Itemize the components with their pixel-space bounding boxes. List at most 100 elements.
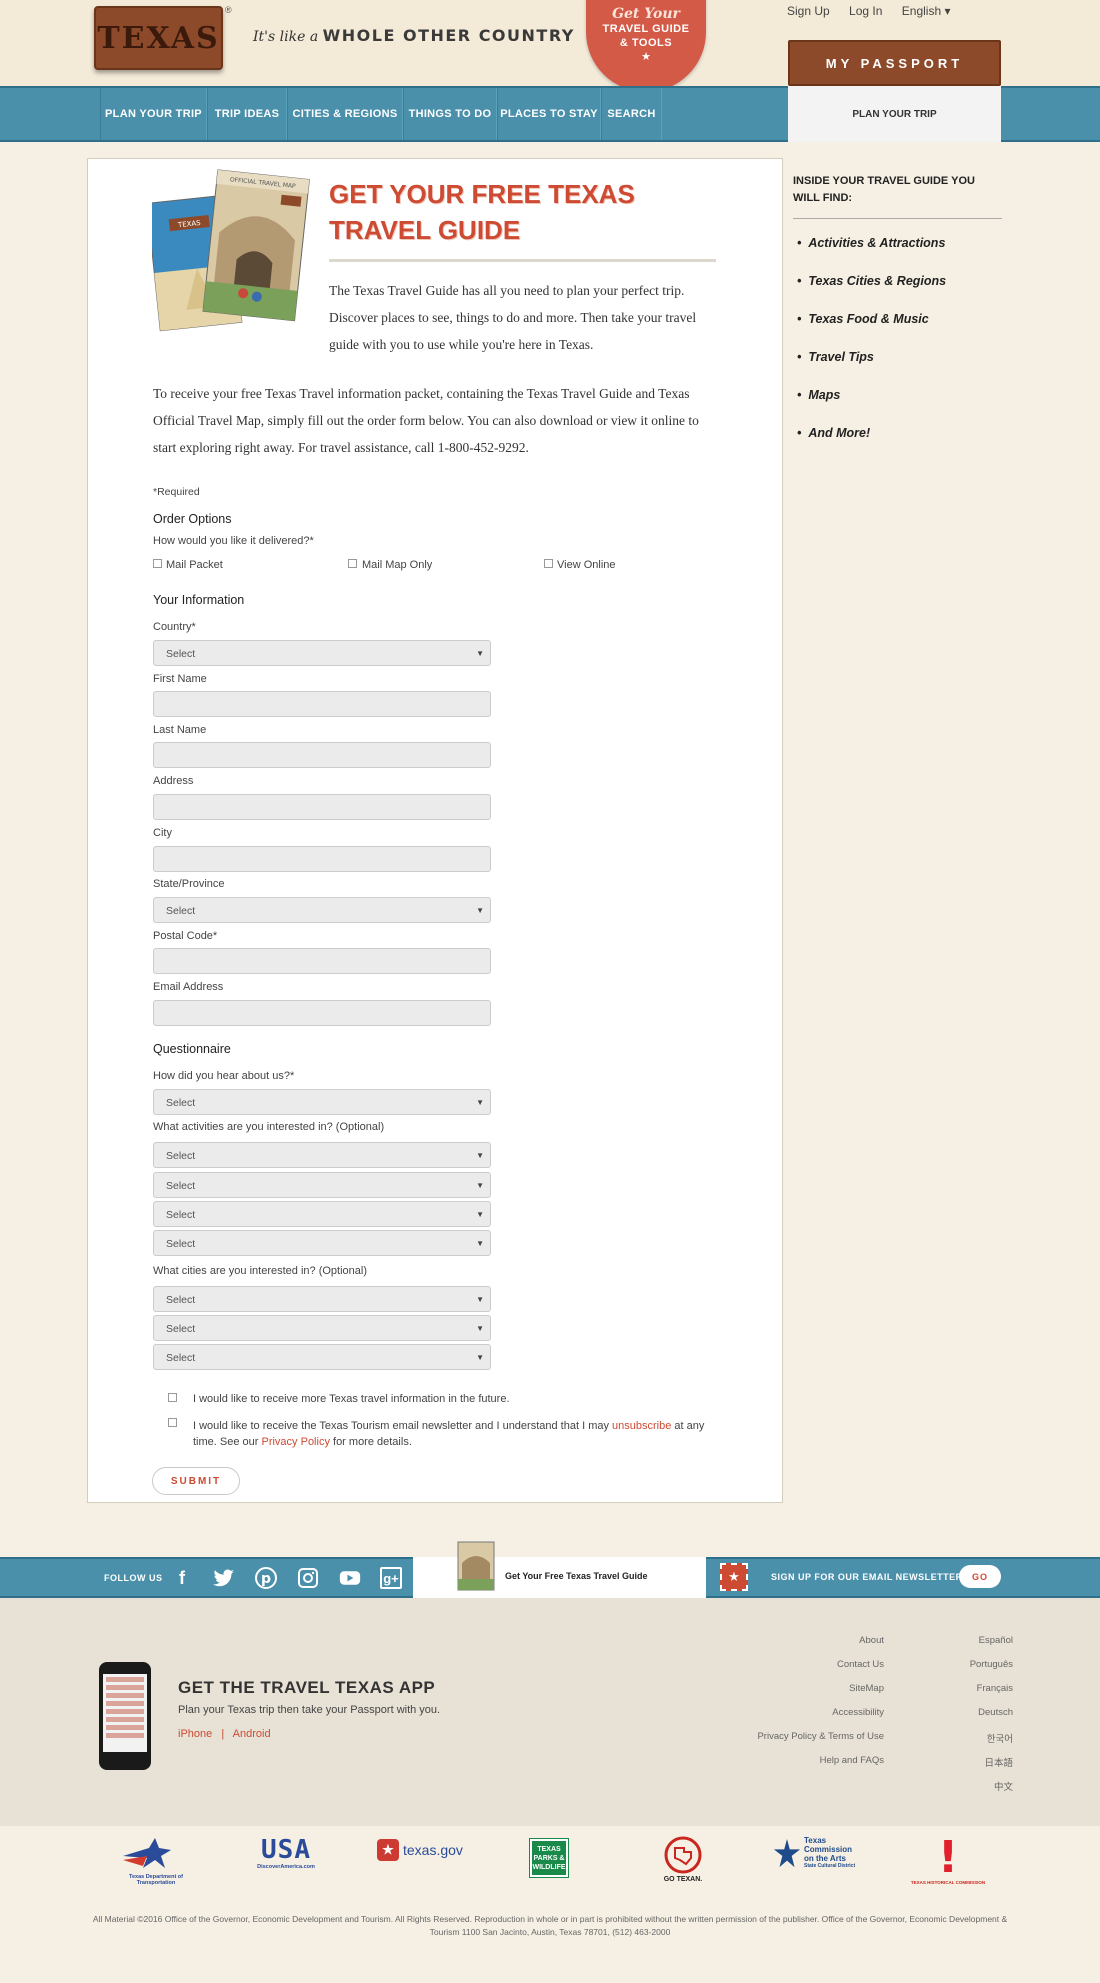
youtube-icon[interactable] bbox=[339, 1567, 361, 1589]
mail-packet-checkbox[interactable] bbox=[153, 559, 162, 568]
discover-america-logo[interactable]: USA DiscoverAmerica.com bbox=[251, 1836, 321, 1870]
postal-code-input[interactable] bbox=[153, 948, 491, 974]
footer-link-help[interactable]: Help and FAQs bbox=[700, 1755, 884, 1766]
chevron-down-icon: ▼ bbox=[476, 1353, 484, 1362]
city-select-1[interactable]: Select ▼ bbox=[153, 1286, 491, 1312]
texas-arts-logo[interactable]: Texas Commission on the Arts State Cultu… bbox=[772, 1836, 860, 1872]
activity-select-2[interactable]: Select ▼ bbox=[153, 1172, 491, 1198]
phone-screen bbox=[103, 1674, 147, 1752]
plan-your-trip-tab[interactable]: PLAN YOUR TRIP bbox=[788, 86, 1001, 142]
hear-about-select[interactable]: Select ▼ bbox=[153, 1089, 491, 1115]
sidebar-item-label: And More! bbox=[808, 426, 871, 440]
google-plus-icon[interactable]: g+ bbox=[380, 1567, 402, 1589]
chevron-down-icon: ▼ bbox=[476, 1098, 484, 1107]
address-label: Address bbox=[153, 775, 194, 787]
sidebar-item-label: Texas Cities & Regions bbox=[808, 274, 947, 288]
nav-places-to-stay[interactable]: PLACES TO STAY bbox=[497, 88, 601, 140]
facebook-icon[interactable]: f bbox=[171, 1567, 193, 1589]
sidebar-item: • Texas Food & Music bbox=[797, 312, 929, 326]
texas-stamp-icon: ★ bbox=[720, 1563, 748, 1591]
nav-search[interactable]: SEARCH bbox=[601, 88, 662, 140]
travel-guide-badge[interactable]: Get Your TRAVEL GUIDE & TOOLS ★ bbox=[586, 0, 706, 92]
lang-japanese[interactable]: 日本語 bbox=[900, 1755, 1013, 1769]
view-online-label: View Online bbox=[557, 559, 616, 571]
select-value: Select bbox=[166, 1150, 196, 1162]
android-link[interactable]: Android bbox=[233, 1728, 271, 1740]
lang-portugues[interactable]: Português bbox=[900, 1659, 1013, 1670]
newsletter-go-button[interactable]: GO bbox=[959, 1565, 1001, 1588]
required-note: *Required bbox=[153, 486, 200, 498]
sidebar-item: • Texas Cities & Regions bbox=[797, 274, 947, 288]
lang-deutsch[interactable]: Deutsch bbox=[900, 1707, 1013, 1718]
tagline-small: It's like a bbox=[253, 29, 319, 45]
email-input[interactable] bbox=[153, 1000, 491, 1026]
last-name-input[interactable] bbox=[153, 742, 491, 768]
address-input[interactable] bbox=[153, 794, 491, 820]
hear-about-label: How did you hear about us?* bbox=[153, 1070, 295, 1082]
unsubscribe-link[interactable]: unsubscribe bbox=[612, 1420, 671, 1432]
activity-select-1[interactable]: Select ▼ bbox=[153, 1142, 491, 1168]
country-select[interactable]: Select ▼ bbox=[153, 640, 491, 666]
submit-button[interactable]: SUBMIT bbox=[152, 1467, 240, 1495]
twitter-icon[interactable] bbox=[213, 1567, 235, 1589]
mail-map-checkbox[interactable] bbox=[348, 559, 357, 568]
txdot-logo[interactable]: Texas Department of Transportation bbox=[121, 1836, 191, 1886]
delivery-question: How would you like it delivered?* bbox=[153, 535, 314, 547]
texas-arts-text: Texas Commission on the Arts bbox=[804, 1836, 853, 1863]
nav-trip-ideas[interactable]: TRIP IDEAS bbox=[207, 88, 287, 140]
go-texan-logo[interactable]: GO TEXAN. bbox=[660, 1836, 706, 1883]
badge-line-3: & TOOLS bbox=[619, 37, 673, 49]
first-name-input[interactable] bbox=[153, 691, 491, 717]
exclamation-icon: ! bbox=[937, 1832, 959, 1883]
footer-link-contact[interactable]: Contact Us bbox=[700, 1659, 884, 1670]
sidebar-divider bbox=[793, 218, 1002, 219]
my-passport-button[interactable]: MY PASSPORT bbox=[788, 40, 1001, 86]
registered-mark: ® bbox=[225, 5, 232, 15]
city-input[interactable] bbox=[153, 846, 491, 872]
optin-newsletter-checkbox[interactable] bbox=[168, 1418, 177, 1427]
city-select-3[interactable]: Select ▼ bbox=[153, 1344, 491, 1370]
optin-info-label: I would like to receive more Texas trave… bbox=[193, 1393, 510, 1405]
signup-link[interactable]: Sign Up bbox=[787, 4, 830, 18]
texas-arts-sub: State Cultural District bbox=[804, 1863, 856, 1869]
pinterest-icon[interactable]: p bbox=[255, 1567, 277, 1589]
usa-text: USA bbox=[261, 1835, 311, 1865]
lang-espanol[interactable]: Español bbox=[900, 1635, 1013, 1646]
footer-link-accessibility[interactable]: Accessibility bbox=[700, 1707, 884, 1718]
tpwd-logo[interactable]: TEXAS PARKS & WILDLIFE bbox=[529, 1838, 569, 1878]
nav-plan-your-trip[interactable]: PLAN YOUR TRIP bbox=[100, 88, 207, 140]
login-link[interactable]: Log In bbox=[849, 4, 882, 18]
sidebar-item-label: Maps bbox=[808, 388, 841, 402]
travel-guide-image: TEXAS OFFICIAL TRAVEL MAP bbox=[152, 169, 310, 332]
sidebar-item: • Travel Tips bbox=[797, 350, 874, 364]
select-value: Select bbox=[166, 1180, 196, 1192]
footer-link-about[interactable]: About bbox=[700, 1635, 884, 1646]
iphone-link[interactable]: iPhone bbox=[178, 1728, 212, 1740]
lang-chinese[interactable]: 中文 bbox=[900, 1779, 1013, 1793]
lang-korean[interactable]: 한국어 bbox=[900, 1731, 1013, 1745]
lang-francais[interactable]: Français bbox=[900, 1683, 1013, 1694]
footer-link-sitemap[interactable]: SiteMap bbox=[700, 1683, 884, 1694]
first-name-label: First Name bbox=[153, 673, 207, 685]
mail-packet-label: Mail Packet bbox=[166, 559, 223, 571]
nav-things-to-do[interactable]: THINGS TO DO bbox=[403, 88, 497, 140]
optin-info-checkbox[interactable] bbox=[168, 1393, 177, 1402]
activity-select-3[interactable]: Select ▼ bbox=[153, 1201, 491, 1227]
optin-text: I would like to receive the Texas Touris… bbox=[193, 1420, 613, 1432]
language-dropdown[interactable]: English ▾ bbox=[902, 4, 951, 18]
activity-select-4[interactable]: Select ▼ bbox=[153, 1230, 491, 1256]
footer-link-privacy[interactable]: Privacy Policy & Terms of Use bbox=[700, 1731, 884, 1742]
select-value: Select bbox=[166, 1323, 196, 1335]
texas-historical-commission-logo[interactable]: ! TEXAS HISTORICAL COMMISSION bbox=[908, 1832, 988, 1886]
optin-newsletter-label: I would like to receive the Texas Touris… bbox=[193, 1418, 713, 1450]
country-label: Country* bbox=[153, 621, 196, 633]
texas-gov-logo[interactable]: ★ texas.gov bbox=[377, 1839, 467, 1861]
footer-guide-text: Get Your Free Texas Travel Guide bbox=[505, 1571, 648, 1581]
texas-logo[interactable]: TEXAS bbox=[94, 6, 223, 70]
nav-cities-regions[interactable]: CITIES & REGIONS bbox=[287, 88, 403, 140]
state-select[interactable]: Select ▼ bbox=[153, 897, 491, 923]
view-online-checkbox[interactable] bbox=[544, 559, 553, 568]
privacy-policy-link[interactable]: Privacy Policy bbox=[261, 1436, 329, 1448]
instagram-icon[interactable] bbox=[297, 1567, 319, 1589]
city-select-2[interactable]: Select ▼ bbox=[153, 1315, 491, 1341]
